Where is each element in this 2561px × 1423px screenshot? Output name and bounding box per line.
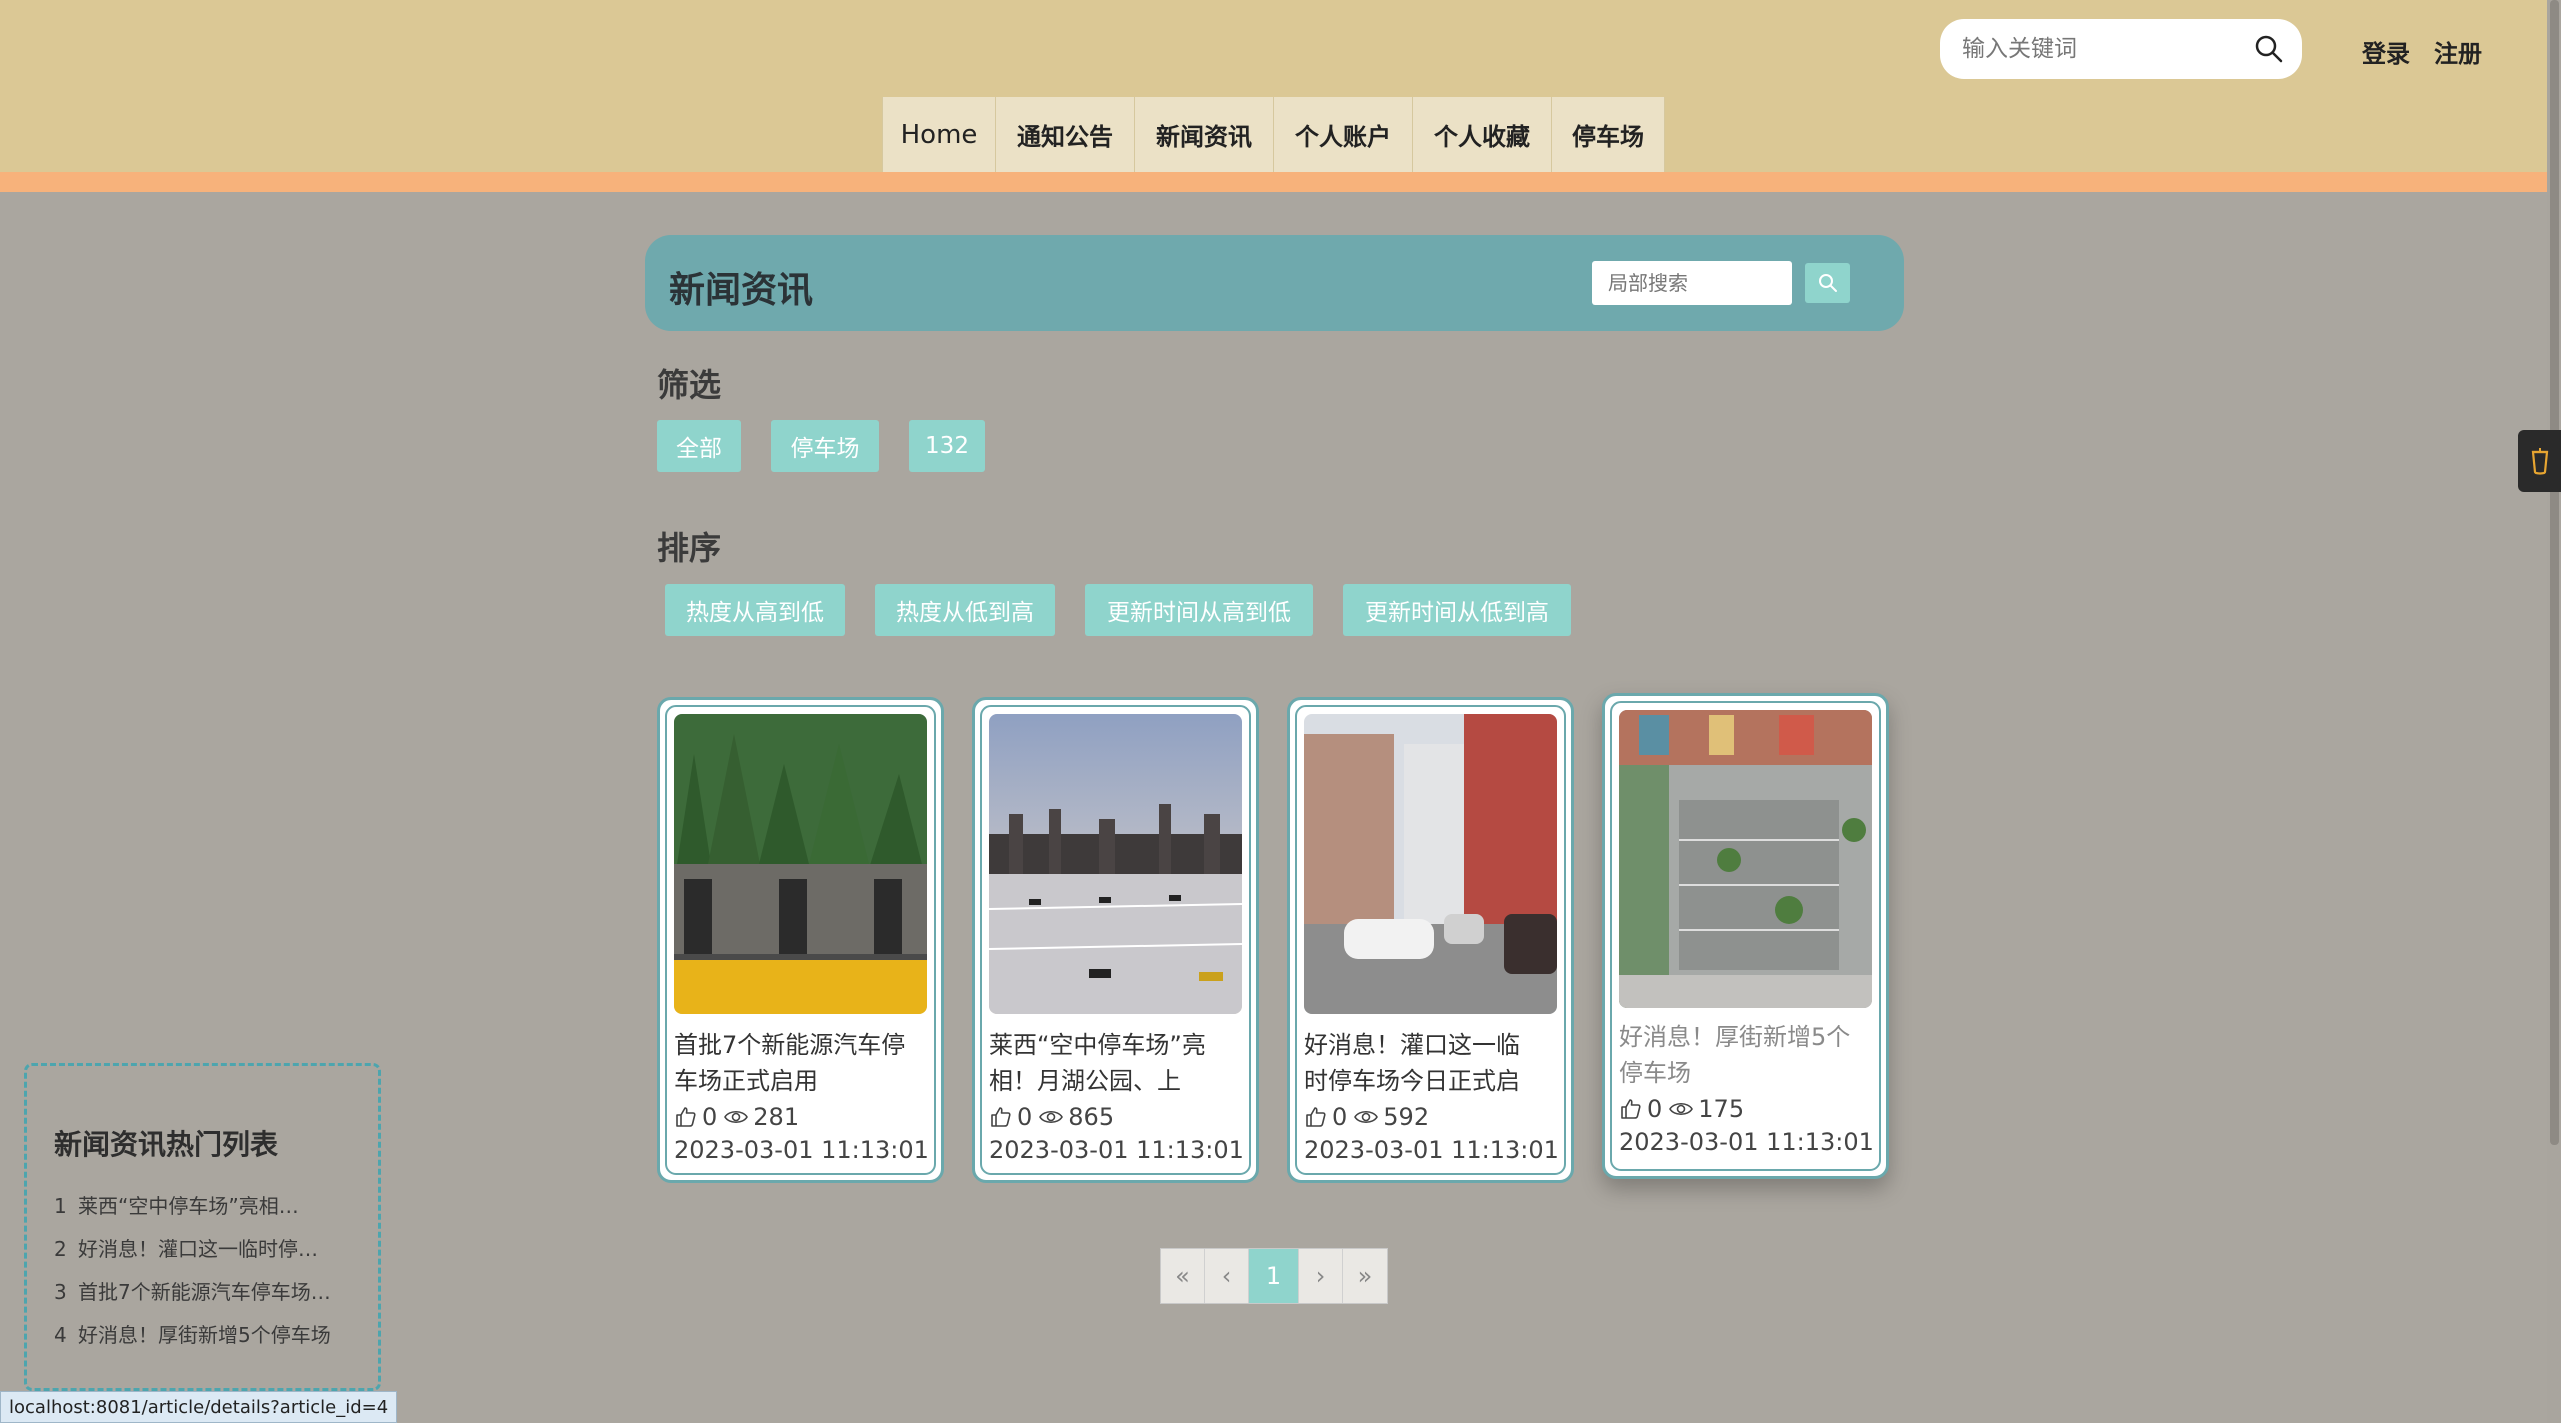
nav-parking[interactable]: 停车场: [1552, 97, 1665, 172]
filter-tag-parking[interactable]: 停车场: [771, 420, 879, 472]
card-views: 281: [753, 1103, 800, 1131]
pagination: « ‹ 1 › »: [1160, 1248, 1388, 1304]
news-card[interactable]: 莱西“空中停车场”亮相！月湖公园、上海… 0 865 2023-03-01 11…: [972, 697, 1259, 1183]
cup-icon: [2531, 448, 2548, 475]
card-date: 2023-03-01 11:13:01: [674, 1136, 929, 1164]
eye-icon: [1354, 1110, 1379, 1124]
filter-tag-132[interactable]: 132: [909, 420, 985, 472]
hot-news-item[interactable]: 3 首批7个新能源汽车停车场…: [54, 1276, 331, 1305]
page-scrollbar-thumb[interactable]: [2550, 0, 2559, 1145]
nav-favorites[interactable]: 个人收藏: [1413, 97, 1552, 172]
nav-account[interactable]: 个人账户: [1274, 97, 1413, 172]
sort-hot-desc[interactable]: 热度从高到低: [665, 584, 845, 636]
thumbs-up-icon[interactable]: [1619, 1097, 1643, 1121]
card-views: 592: [1383, 1103, 1430, 1131]
hot-news-title: 新闻资讯热门列表: [54, 1128, 279, 1161]
card-thumbnail: [1304, 714, 1557, 1014]
hot-news-rank: 4: [54, 1323, 67, 1347]
hot-news-rank: 2: [54, 1237, 67, 1261]
card-views: 865: [1068, 1103, 1115, 1131]
card-stats: 0 865: [989, 1103, 1114, 1131]
page-prev-button[interactable]: ‹: [1205, 1249, 1249, 1303]
hot-news-panel: 新闻资讯热门列表 1 莱西“空中停车场”亮相… 2 好消息！灌口这一临时停… 3 首批…: [24, 1063, 381, 1391]
local-search-button[interactable]: [1805, 263, 1850, 303]
local-search-input[interactable]: [1592, 261, 1792, 305]
global-search-input[interactable]: [1960, 35, 2244, 63]
thumbs-up-icon[interactable]: [1304, 1105, 1328, 1129]
hot-news-text: 好消息！灌口这一临时停…: [78, 1237, 318, 1261]
hot-news-item[interactable]: 1 莱西“空中停车场”亮相…: [54, 1190, 299, 1219]
page-number-button[interactable]: 1: [1249, 1249, 1299, 1303]
card-date: 2023-03-01 11:13:01: [1619, 1128, 1874, 1156]
thumbs-up-icon[interactable]: [989, 1105, 1013, 1129]
hot-news-text: 莱西“空中停车场”亮相…: [78, 1194, 299, 1218]
card-views: 175: [1698, 1095, 1745, 1123]
nav-news[interactable]: 新闻资讯: [1135, 97, 1274, 172]
side-extension-button[interactable]: [2518, 430, 2561, 492]
eye-icon: [1669, 1102, 1694, 1116]
section-title: 新闻资讯: [669, 270, 814, 311]
main-nav: Home 通知公告 新闻资讯 个人账户 个人收藏 停车场: [882, 97, 1665, 172]
card-date: 2023-03-01 11:13:01: [1304, 1136, 1559, 1164]
search-icon: [1818, 274, 1837, 292]
nav-notices[interactable]: 通知公告: [996, 97, 1135, 172]
card-title[interactable]: 莱西“空中停车场”亮相！月湖公园、上海…: [989, 1027, 1225, 1099]
page-last-button[interactable]: »: [1343, 1249, 1387, 1303]
news-card[interactable]: 好消息！厚街新增5个停车场 0 175 2023-03-01 11:13:01: [1602, 693, 1889, 1179]
card-thumbnail: [674, 714, 927, 1014]
header-accent-strip: [0, 172, 2561, 192]
card-title[interactable]: 好消息！灌口这一临时停车场今日正式启用: [1304, 1027, 1540, 1099]
card-likes: 0: [1332, 1103, 1348, 1131]
card-title[interactable]: 首批7个新能源汽车停车场正式启用: [674, 1027, 910, 1099]
search-icon[interactable]: [2254, 34, 2284, 64]
sort-hot-asc[interactable]: 热度从低到高: [875, 584, 1055, 636]
card-date: 2023-03-01 11:13:01: [989, 1136, 1244, 1164]
global-search-box: [1940, 19, 2302, 79]
login-link[interactable]: 登录: [2362, 34, 2410, 69]
card-stats: 0 592: [1304, 1103, 1429, 1131]
card-stats: 0 175: [1619, 1095, 1744, 1123]
hot-news-rank: 1: [54, 1194, 67, 1218]
hot-news-rank: 3: [54, 1280, 67, 1304]
card-likes: 0: [1017, 1103, 1033, 1131]
news-card[interactable]: 首批7个新能源汽车停车场正式启用 0 281 2023-03-01 11:13:…: [657, 697, 944, 1183]
card-thumbnail: [989, 714, 1242, 1014]
page-next-button[interactable]: ›: [1299, 1249, 1343, 1303]
page-first-button[interactable]: «: [1161, 1249, 1205, 1303]
browser-status-bar: localhost:8081/article/details?article_i…: [0, 1391, 398, 1423]
section-header: 新闻资讯: [645, 235, 1904, 331]
sort-time-asc[interactable]: 更新时间从低到高: [1343, 584, 1571, 636]
eye-icon: [1039, 1110, 1064, 1124]
sort-time-desc[interactable]: 更新时间从高到低: [1085, 584, 1313, 636]
filter-label: 筛选: [657, 366, 722, 404]
register-link[interactable]: 注册: [2434, 34, 2482, 69]
hot-news-text: 首批7个新能源汽车停车场…: [78, 1280, 331, 1304]
thumbs-up-icon[interactable]: [674, 1105, 698, 1129]
nav-home[interactable]: Home: [883, 97, 996, 172]
news-card[interactable]: 好消息！灌口这一临时停车场今日正式启用 0 592 2023-03-01 11:…: [1287, 697, 1574, 1183]
hot-news-item[interactable]: 4 好消息！厚街新增5个停车场: [54, 1319, 331, 1348]
card-title[interactable]: 好消息！厚街新增5个停车场: [1619, 1019, 1855, 1091]
card-likes: 0: [702, 1103, 718, 1131]
hot-news-text: 好消息！厚街新增5个停车场: [78, 1323, 331, 1347]
card-thumbnail: [1619, 710, 1872, 1008]
eye-icon: [724, 1110, 749, 1124]
hot-news-item[interactable]: 2 好消息！灌口这一临时停…: [54, 1233, 318, 1262]
filter-tag-all[interactable]: 全部: [657, 420, 741, 472]
card-stats: 0 281: [674, 1103, 799, 1131]
sort-label: 排序: [657, 529, 722, 567]
card-likes: 0: [1647, 1095, 1663, 1123]
